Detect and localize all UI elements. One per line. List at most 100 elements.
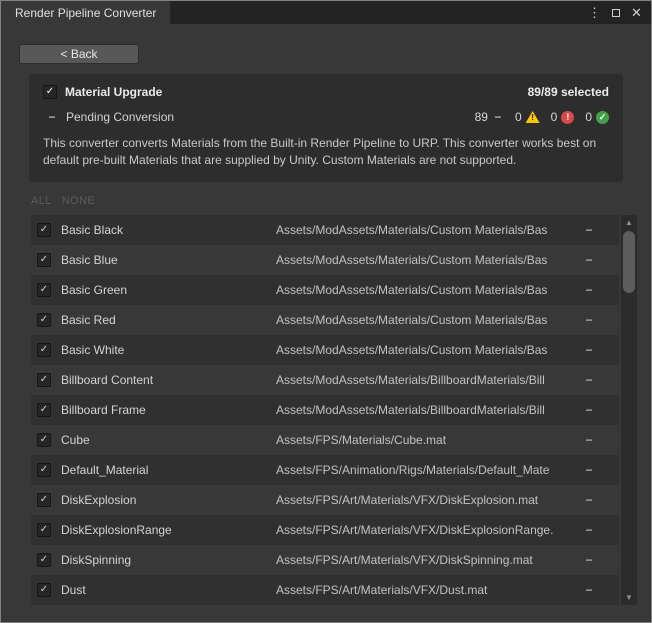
row-checkbox[interactable]: ✓ <box>37 433 51 447</box>
material-path: Assets/FPS/Animation/Rigs/Materials/Defa… <box>276 463 569 477</box>
error-icon: ! <box>561 111 574 124</box>
material-row[interactable]: ✓ Dust Assets/FPS/Art/Materials/VFX/Dust… <box>31 575 619 605</box>
row-checkbox[interactable]: ✓ <box>37 523 51 537</box>
select-all-button[interactable]: ALL <box>31 195 52 207</box>
row-status-icon: − <box>569 253 609 267</box>
row-checkbox[interactable]: ✓ <box>37 223 51 237</box>
pending-count: 89 <box>475 110 488 124</box>
titlebar-actions: ⋮ ✕ <box>586 1 651 24</box>
pending-minus-icon: − <box>46 110 58 124</box>
converter-checkbox[interactable]: ✓ <box>43 85 57 99</box>
selected-count: 89/89 selected <box>528 85 609 99</box>
material-name: Cube <box>61 433 276 447</box>
material-path: Assets/ModAssets/Materials/Custom Materi… <box>276 253 569 267</box>
material-name: Basic Blue <box>61 253 276 267</box>
row-status-icon: − <box>569 493 609 507</box>
material-row[interactable]: ✓ DiskExplosionRange Assets/FPS/Art/Mate… <box>31 515 619 545</box>
maximize-icon[interactable] <box>607 4 624 22</box>
row-checkbox[interactable]: ✓ <box>37 373 51 387</box>
material-name: DiskSpinning <box>61 553 276 567</box>
scrollbar-thumb[interactable] <box>623 231 635 293</box>
row-status-icon: − <box>569 553 609 567</box>
material-path: Assets/ModAssets/Materials/Custom Materi… <box>276 313 569 327</box>
converter-title: Material Upgrade <box>65 85 162 99</box>
warning-icon: ! <box>526 111 540 123</box>
pending-count-group: 89 − <box>475 110 504 124</box>
back-button[interactable]: < Back <box>19 44 139 64</box>
material-row[interactable]: ✓ Cube Assets/FPS/Materials/Cube.mat − <box>31 425 619 455</box>
material-row[interactable]: ✓ Basic Blue Assets/ModAssets/Materials/… <box>31 245 619 275</box>
row-status-icon: − <box>569 283 609 297</box>
material-name: Billboard Frame <box>61 403 276 417</box>
material-row[interactable]: ✓ Basic White Assets/ModAssets/Materials… <box>31 335 619 365</box>
row-status-icon: − <box>569 313 609 327</box>
pending-status-icon: − <box>492 110 504 124</box>
row-checkbox[interactable]: ✓ <box>37 253 51 267</box>
material-path: Assets/ModAssets/Materials/Custom Materi… <box>276 283 569 297</box>
material-name: DiskExplosionRange <box>61 523 276 537</box>
maximize-box-glyph <box>612 9 620 17</box>
material-row[interactable]: ✓ Basic Green Assets/ModAssets/Materials… <box>31 275 619 305</box>
row-checkbox[interactable]: ✓ <box>37 343 51 357</box>
material-name: Basic Red <box>61 313 276 327</box>
list-area: ✓ Basic Black Assets/ModAssets/Materials… <box>31 215 637 605</box>
scroll-down-icon[interactable]: ▼ <box>621 590 637 605</box>
row-status-icon: − <box>569 463 609 477</box>
material-name: Dust <box>61 583 276 597</box>
status-counts: 89 − 0 ! 0 ! 0 ✓ <box>475 110 609 124</box>
material-row[interactable]: ✓ DiskExplosion Assets/FPS/Art/Materials… <box>31 485 619 515</box>
scrollbar-track[interactable] <box>621 230 637 590</box>
row-checkbox[interactable]: ✓ <box>37 313 51 327</box>
warning-count-group: 0 ! <box>515 110 540 124</box>
row-status-icon: − <box>569 373 609 387</box>
titlebar: Render Pipeline Converter ⋮ ✕ <box>1 1 651 24</box>
row-status-icon: − <box>569 223 609 237</box>
material-path: Assets/ModAssets/Materials/BillboardMate… <box>276 373 569 387</box>
render-pipeline-converter-window: Render Pipeline Converter ⋮ ✕ < Back ✓ M… <box>0 0 652 623</box>
material-row[interactable]: ✓ Default_Material Assets/FPS/Animation/… <box>31 455 619 485</box>
material-path: Assets/FPS/Art/Materials/VFX/DiskExplosi… <box>276 523 569 537</box>
material-name: Basic White <box>61 343 276 357</box>
scroll-up-icon[interactable]: ▲ <box>621 215 637 230</box>
window-title: Render Pipeline Converter <box>15 6 156 20</box>
material-name: Basic Black <box>61 223 276 237</box>
material-name: Basic Green <box>61 283 276 297</box>
row-checkbox[interactable]: ✓ <box>37 463 51 477</box>
row-checkbox[interactable]: ✓ <box>37 403 51 417</box>
success-count: 0 <box>585 110 592 124</box>
material-name: DiskExplosion <box>61 493 276 507</box>
window-tab[interactable]: Render Pipeline Converter <box>1 1 170 24</box>
material-path: Assets/FPS/Art/Materials/VFX/Dust.mat <box>276 583 569 597</box>
material-row[interactable]: ✓ Billboard Frame Assets/ModAssets/Mater… <box>31 395 619 425</box>
close-icon[interactable]: ✕ <box>628 4 645 22</box>
material-row[interactable]: ✓ DiskSpinning Assets/FPS/Art/Materials/… <box>31 545 619 575</box>
material-path: Assets/ModAssets/Materials/BillboardMate… <box>276 403 569 417</box>
success-icon: ✓ <box>596 111 609 124</box>
error-exclaim-glyph: ! <box>566 113 569 122</box>
scrollbar[interactable]: ▲ ▼ <box>621 215 637 605</box>
material-row[interactable]: ✓ Basic Red Assets/ModAssets/Materials/C… <box>31 305 619 335</box>
error-count-group: 0 ! <box>551 110 575 124</box>
row-checkbox[interactable]: ✓ <box>37 583 51 597</box>
material-row[interactable]: ✓ Basic Black Assets/ModAssets/Materials… <box>31 215 619 245</box>
pending-label: Pending Conversion <box>66 110 174 124</box>
success-check-glyph: ✓ <box>599 113 607 122</box>
material-path: Assets/ModAssets/Materials/Custom Materi… <box>276 223 569 237</box>
converter-description: This converter converts Materials from t… <box>43 135 609 170</box>
row-status-icon: − <box>569 523 609 537</box>
select-none-button[interactable]: NONE <box>62 195 95 207</box>
row-checkbox[interactable]: ✓ <box>37 283 51 297</box>
error-count: 0 <box>551 110 558 124</box>
kebab-menu-icon[interactable]: ⋮ <box>586 4 603 22</box>
row-status-icon: − <box>569 583 609 597</box>
material-path: Assets/ModAssets/Materials/Custom Materi… <box>276 343 569 357</box>
row-checkbox[interactable]: ✓ <box>37 493 51 507</box>
material-name: Default_Material <box>61 463 276 477</box>
pending-conversion-row[interactable]: − Pending Conversion 89 − 0 ! 0 ! 0 ✓ <box>43 110 609 124</box>
row-status-icon: − <box>569 403 609 417</box>
warning-count: 0 <box>515 110 522 124</box>
row-checkbox[interactable]: ✓ <box>37 553 51 567</box>
material-row[interactable]: ✓ Billboard Content Assets/ModAssets/Mat… <box>31 365 619 395</box>
material-list: ✓ Basic Black Assets/ModAssets/Materials… <box>31 215 619 605</box>
material-path: Assets/FPS/Art/Materials/VFX/DiskSpinnin… <box>276 553 569 567</box>
